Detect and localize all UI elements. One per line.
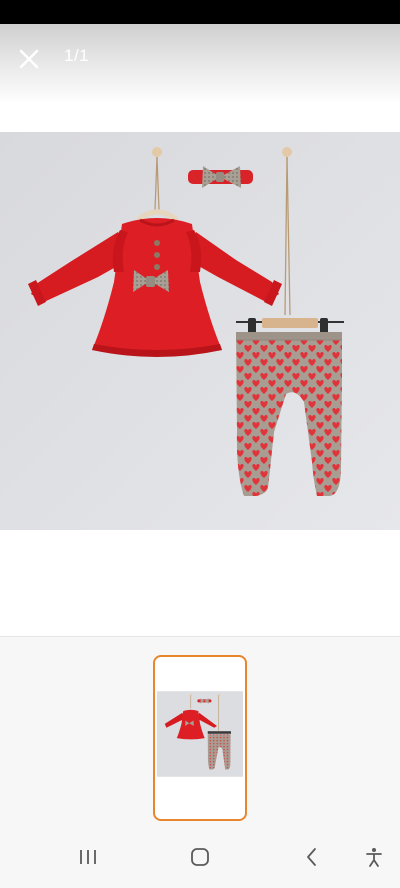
system-nav-bar — [0, 826, 400, 888]
home-icon — [191, 848, 209, 866]
product-photo — [0, 132, 400, 530]
thumbnail-selected[interactable] — [153, 655, 247, 821]
thumbnail-image — [157, 691, 243, 777]
close-button[interactable] — [14, 44, 44, 74]
status-bar — [0, 0, 400, 24]
home-button[interactable] — [180, 840, 220, 874]
accessibility-button[interactable] — [354, 840, 394, 874]
recent-apps-icon — [80, 850, 96, 864]
back-button[interactable] — [292, 840, 332, 874]
close-icon — [19, 49, 39, 69]
recent-apps-button[interactable] — [68, 840, 108, 874]
viewer-header: 1/1 — [0, 24, 400, 104]
image-counter: 1/1 — [64, 46, 90, 65]
product-image[interactable] — [0, 132, 400, 530]
back-icon — [307, 848, 316, 866]
accessibility-icon — [366, 848, 382, 867]
thumbnail-strip — [0, 637, 400, 826]
